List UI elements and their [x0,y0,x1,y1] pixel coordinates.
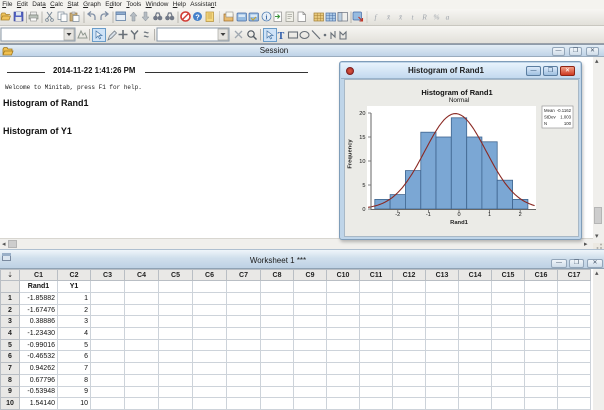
svg-text:R: R [421,13,427,22]
svg-text:100: 100 [564,121,572,126]
svg-text:0: 0 [362,207,365,213]
svg-text:20: 20 [359,111,365,117]
svg-text:i: i [266,14,268,22]
svg-text:1: 1 [488,212,491,218]
svg-text:a: a [446,13,450,22]
svg-text:%: % [433,13,439,22]
svg-text:N: N [544,121,547,126]
svg-text:-0.1162: -0.1162 [557,108,572,113]
svg-text:T: T [278,31,285,42]
svg-text:x̄: x̄ [398,13,403,22]
svg-text:StDev: StDev [544,115,557,120]
svg-text:-2: -2 [395,212,400,218]
svg-text:5: 5 [362,183,365,189]
svg-text:f: f [374,13,377,22]
svg-text:10: 10 [359,159,365,165]
svg-text:Frequency: Frequency [348,139,354,169]
svg-text:Normal: Normal [449,97,469,104]
svg-text:0: 0 [457,212,460,218]
svg-text:Mean: Mean [544,108,555,113]
svg-text:x̄: x̄ [386,13,391,22]
svg-text:Rand1: Rand1 [450,220,468,226]
svg-text:-1: -1 [426,212,431,218]
svg-text:Histogram of Rand1: Histogram of Rand1 [421,88,492,97]
svg-text:15: 15 [359,135,365,141]
svg-text:?: ? [195,13,200,22]
svg-text:t: t [411,13,414,22]
svg-text:2: 2 [519,212,522,218]
svg-text:1.003: 1.003 [560,115,571,120]
